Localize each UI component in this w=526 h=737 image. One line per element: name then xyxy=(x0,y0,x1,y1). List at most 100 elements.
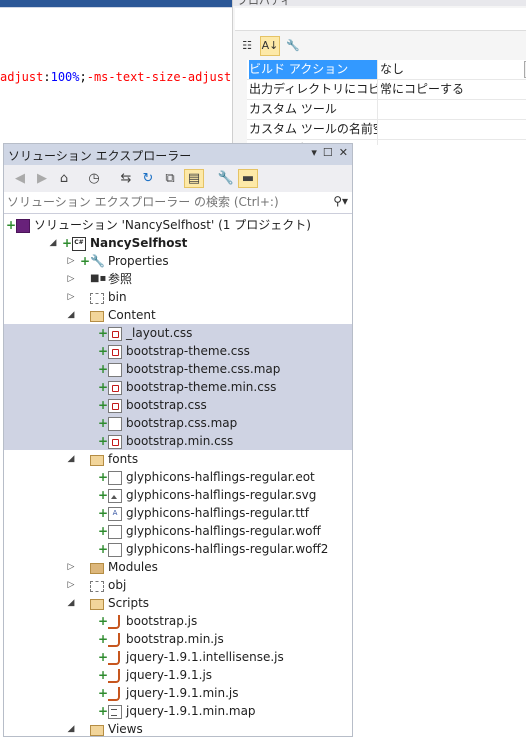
solution-explorer: ソリューション エクスプローラー ▾ ☐ ✕ ◀ ▶ ⌂ ◷ ⇆ ↻ ⧉ ▤ 🔧… xyxy=(3,143,353,737)
property-name: 出力ディレクトリにコピー xyxy=(249,80,378,99)
tree-item-label: ソリューション 'NancySelfhost' (1 プロジェクト) xyxy=(34,218,311,232)
property-row[interactable]: カスタム ツール xyxy=(247,100,526,120)
tree-item-label: Modules xyxy=(108,560,158,574)
tree-item[interactable]: + jquery-1.9.1.min.map xyxy=(4,702,352,720)
tree-item[interactable]: ▷ obj xyxy=(4,576,352,594)
home-icon[interactable]: ⌂ xyxy=(54,169,74,188)
tree-item[interactable]: ◢ + C# NancySelfhost xyxy=(4,234,352,252)
solution-search-box[interactable]: ⚲▾ xyxy=(4,192,352,214)
tree-item[interactable]: ▷ bin xyxy=(4,288,352,306)
tree-item[interactable]: ▷ Modules xyxy=(4,558,352,576)
tree-item[interactable]: + bootstrap-theme.css.map xyxy=(4,360,352,378)
tree-item[interactable]: + jquery-1.9.1.js xyxy=(4,666,352,684)
search-icon[interactable]: ⚲▾ xyxy=(333,194,348,208)
sync-icon[interactable]: ⇆ xyxy=(116,169,136,188)
wrench-icon: 🔧 xyxy=(90,254,105,268)
categorized-icon[interactable]: ☷ xyxy=(237,36,257,56)
collapsed-arrow-icon[interactable]: ▷ xyxy=(66,576,76,594)
tree-item[interactable]: + glyphicons-halflings-regular.svg xyxy=(4,486,352,504)
preview-icon[interactable]: ▬ xyxy=(238,169,258,188)
tree-item[interactable]: + Aglyphicons-halflings-regular.ttf xyxy=(4,504,352,522)
source-control-added-icon: + xyxy=(98,398,109,412)
code-token: -ms-text-size-adjust xyxy=(86,70,232,84)
property-grid: ビルド アクションなし▾出力ディレクトリにコピー常にコピーするカスタム ツールカ… xyxy=(247,60,526,145)
tree-item[interactable]: + bootstrap.min.js xyxy=(4,630,352,648)
property-pages-icon[interactable]: 🔧 xyxy=(283,36,303,56)
tree-item[interactable]: ◢ Views xyxy=(4,720,352,736)
code-line[interactable]: adjust:100%;-ms-text-size-adjust: xyxy=(0,70,232,84)
tree-item-label: Content xyxy=(108,308,156,322)
tree-item[interactable]: + _layout.css xyxy=(4,324,352,342)
properties-pane: プロパティ ☷ A↓ 🔧 ビルド アクションなし▾出力ディレクトリにコピー常にコ… xyxy=(232,0,526,145)
tree-item[interactable]: ▷ ■▪ 参照 xyxy=(4,270,352,288)
font-file-icon: A xyxy=(108,507,122,521)
tree-item-label: bootstrap.min.css xyxy=(126,434,234,448)
history-icon[interactable]: ◷ xyxy=(84,169,104,188)
solution-search-input[interactable] xyxy=(7,193,317,210)
property-value[interactable]: 常にコピーする xyxy=(380,80,464,99)
tree-item[interactable]: + ソリューション 'NancySelfhost' (1 プロジェクト) xyxy=(4,216,352,234)
csharp-project-icon: C# xyxy=(72,237,86,251)
forward-icon[interactable]: ▶ xyxy=(32,169,52,188)
collapsed-arrow-icon[interactable]: ▷ xyxy=(66,558,76,576)
tree-item[interactable]: ◢ fonts xyxy=(4,450,352,468)
tree-item[interactable]: + bootstrap.min.css xyxy=(4,432,352,450)
code-editor[interactable]: adjust:100%;-ms-text-size-adjust: xyxy=(0,0,232,145)
collapse-all-icon[interactable]: ⧉ xyxy=(160,169,180,188)
property-row[interactable]: カスタム ツールの名前空 xyxy=(247,120,526,140)
tree-item-label: bootstrap.css xyxy=(126,398,207,412)
window-position-dropdown-icon[interactable]: ▾ xyxy=(311,146,317,159)
folder-open-icon xyxy=(90,311,104,322)
excluded-folder-icon xyxy=(90,581,104,592)
tree-item[interactable]: + bootstrap.css.map xyxy=(4,414,352,432)
expanded-arrow-icon[interactable]: ◢ xyxy=(66,450,76,468)
show-all-files-icon[interactable]: ▤ xyxy=(184,169,204,188)
tree-item[interactable]: + glyphicons-halflings-regular.eot xyxy=(4,468,352,486)
collapsed-arrow-icon[interactable]: ▷ xyxy=(66,288,76,306)
source-control-added-icon: + xyxy=(98,632,109,646)
object-selector[interactable] xyxy=(235,8,526,31)
property-row[interactable]: ビルド アクションなし▾ xyxy=(247,60,526,80)
tree-item-label: glyphicons-halflings-regular.eot xyxy=(126,470,315,484)
properties-icon[interactable]: 🔧 xyxy=(216,169,236,188)
tree-item[interactable]: + bootstrap-theme.min.css xyxy=(4,378,352,396)
code-token: : xyxy=(43,70,51,84)
tree-item[interactable]: + glyphicons-halflings-regular.woff xyxy=(4,522,352,540)
expanded-arrow-icon[interactable]: ◢ xyxy=(66,720,76,736)
source-control-added-icon: + xyxy=(6,218,17,232)
collapsed-arrow-icon[interactable]: ▷ xyxy=(66,270,76,288)
source-control-added-icon: + xyxy=(98,704,109,718)
property-name: カスタム ツールの名前空 xyxy=(249,120,378,139)
property-value[interactable]: なし xyxy=(380,60,404,79)
file-icon xyxy=(108,471,122,485)
javascript-file-icon xyxy=(108,669,120,683)
solution-explorer-title: ソリューション エクスプローラー xyxy=(8,149,192,163)
tree-item-label: obj xyxy=(108,578,127,592)
tree-item[interactable]: ◢ Scripts xyxy=(4,594,352,612)
expanded-arrow-icon[interactable]: ◢ xyxy=(66,594,76,612)
tree-item[interactable]: + jquery-1.9.1.intellisense.js xyxy=(4,648,352,666)
tree-item[interactable]: + bootstrap.css xyxy=(4,396,352,414)
collapsed-arrow-icon[interactable]: ▷ xyxy=(66,252,76,270)
source-control-added-icon: + xyxy=(98,542,109,556)
source-control-added-icon: + xyxy=(80,254,91,268)
tree-item[interactable]: + bootstrap-theme.css xyxy=(4,342,352,360)
back-icon[interactable]: ◀ xyxy=(10,169,30,188)
refresh-icon[interactable]: ↻ xyxy=(138,169,158,188)
source-control-added-icon: + xyxy=(98,524,109,538)
tree-item-label: glyphicons-halflings-regular.ttf xyxy=(126,506,309,520)
expanded-arrow-icon[interactable]: ◢ xyxy=(66,306,76,324)
references-icon: ■▪ xyxy=(90,273,107,284)
maximize-icon[interactable]: ☐ xyxy=(323,146,333,159)
tree-item[interactable]: ◢ Content xyxy=(4,306,352,324)
tree-item[interactable]: ▷ + 🔧 Properties xyxy=(4,252,352,270)
property-row[interactable]: 出力ディレクトリにコピー 常にコピーする xyxy=(247,80,526,100)
tree-item[interactable]: + jquery-1.9.1.min.js xyxy=(4,684,352,702)
tree-item[interactable]: + glyphicons-halflings-regular.woff2 xyxy=(4,540,352,558)
close-icon[interactable]: ✕ xyxy=(339,146,348,159)
alphabetical-icon[interactable]: A↓ xyxy=(260,36,280,56)
tree-item[interactable]: + bootstrap.js xyxy=(4,612,352,630)
css-file-icon xyxy=(108,381,122,395)
expanded-arrow-icon[interactable]: ◢ xyxy=(48,234,58,252)
tree-item-label: Views xyxy=(108,722,143,736)
